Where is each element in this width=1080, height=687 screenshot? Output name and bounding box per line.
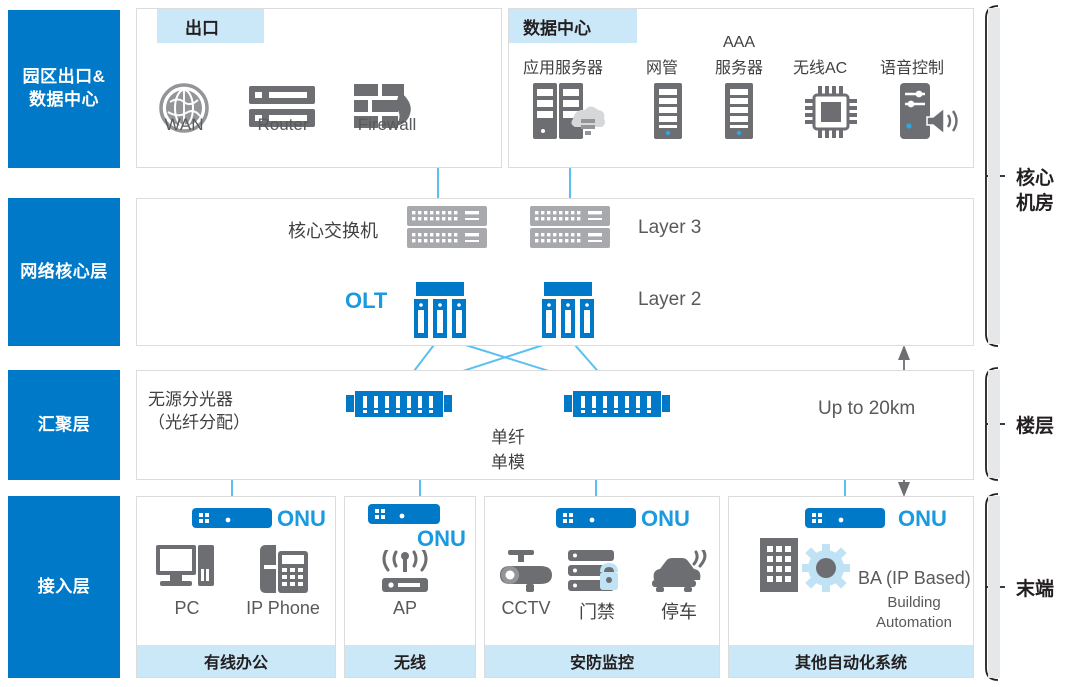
onu-label-wired-office: ONU [277,506,326,531]
splitter-label-line1: 无源分光器 [148,390,233,409]
access-device-label-ip-phone: IP Phone [246,598,320,618]
ip-phone-icon [256,545,312,598]
access-device-label-cctv: CCTV [501,598,551,618]
tier-label-line2: 数据中心 [29,90,99,109]
datacenter-header-text: 数据中心 [523,18,591,38]
datacenter-label-aaa-line1: AAA [722,34,755,51]
splitter-label-line2: （光纤分配） [148,413,250,432]
access-footer-security: 安防监控 [485,645,719,677]
access-control-icon [568,550,624,599]
layer3-label: Layer 3 [638,217,702,238]
egress-node-label-wan: WAN [164,115,204,134]
optical-splitter-left-icon[interactable] [346,391,452,424]
egress-node-label-router: Router [257,115,309,134]
voice-control-icon [900,83,960,146]
fiber-label-line2: 单模 [491,453,525,472]
distance-label: Up to 20km [818,398,916,419]
access-footer-wired-office: 有线办公 [137,645,335,677]
datacenter-label-aaa-line2: 服务器 [714,60,763,77]
fiber-label-line1: 单纤 [491,428,525,447]
olt-right-icon[interactable] [540,282,596,343]
tier-label-access[interactable]: 接入层 [8,496,120,678]
datacenter-label-app-server: 应用服务器 [523,60,604,77]
tier-label-campus-egress-dc[interactable]: 园区出口& 数据中心 [8,10,120,168]
desktop-pc-icon [156,545,218,598]
building-automation-icon [760,538,866,597]
arrow-up-head [898,345,910,360]
wireless-ap-icon [378,546,432,601]
access-footer-wireless: 无线 [345,645,475,677]
datacenter-label-nms: 网管 [646,60,679,77]
wireless-ac-chip-icon [805,86,857,143]
onu-label-other-automation: ONU [898,506,947,531]
access-device-label-parking: 停车 [661,602,697,622]
access-device-label-ba: BA (IP Based) [858,568,971,588]
access-footer-text: 其他自动化系统 [794,655,907,672]
tier-label-text: 网络核心层 [20,261,108,281]
tier-label-aggregation[interactable]: 汇聚层 [8,370,120,480]
access-device-sublabel-ba-line2: Automation [876,614,952,631]
egress-node-label-firewall: Firewall [357,115,417,134]
parking-car-icon [650,548,708,599]
core-switch-left-icon[interactable] [407,206,487,253]
bracket-label-core-room-line1: 核心 [1016,168,1055,189]
bracket-label-floor: 楼层 [1016,416,1055,437]
onu-label-security: ONU [641,506,690,531]
access-footer-text: 有线办公 [203,655,268,672]
nms-server-icon [654,83,682,146]
datacenter-label-voice-control: 语音控制 [880,60,945,77]
access-device-label-ap: AP [392,598,417,618]
bracket-label-core-room-line2: 机房 [1016,193,1055,214]
datacenter-panel-header: 数据中心 [509,9,637,43]
tier-label-text: 接入层 [37,576,91,596]
onu-label-wireless: ONU [417,526,466,551]
bracket-label-terminal: 末端 [1016,579,1055,600]
access-device-label-door: 门禁 [579,602,615,622]
egress-header-text: 出口 [185,18,219,38]
olt-label: OLT [345,288,388,313]
olt-left-icon[interactable] [412,282,468,343]
aggregation-panel [136,370,974,480]
access-footer-other-automation: 其他自动化系统 [729,645,973,677]
onu-icon-other-automation[interactable] [805,508,885,533]
core-switch-right-icon[interactable] [530,206,610,253]
aaa-server-icon [725,83,753,146]
access-footer-text: 安防监控 [569,655,634,672]
tier-label-line1: 园区出口& [22,67,106,87]
datacenter-label-wireless-ac: 无线AC [793,60,848,77]
onu-icon-wired-office[interactable] [192,508,272,533]
layer2-label: Layer 2 [638,289,702,310]
app-server-icon [533,83,606,146]
cctv-camera-icon [496,550,556,599]
access-device-sublabel-ba-line1: Building [887,594,941,611]
network-architecture-diagram: 园区出口& 数据中心 网络核心层 汇聚层 接入层 出口 WAN Router F… [0,0,1080,687]
tier-label-text: 汇聚层 [37,414,91,434]
onu-icon-security[interactable] [556,508,636,533]
arrow-down-head [898,482,910,497]
optical-splitter-right-icon[interactable] [564,391,670,424]
access-footer-text: 无线 [393,655,426,672]
tier-label-network-core[interactable]: 网络核心层 [8,198,120,346]
egress-panel-header: 出口 [157,9,264,43]
access-device-label-pc: PC [174,598,200,618]
core-switch-label: 核心交换机 [288,221,378,241]
